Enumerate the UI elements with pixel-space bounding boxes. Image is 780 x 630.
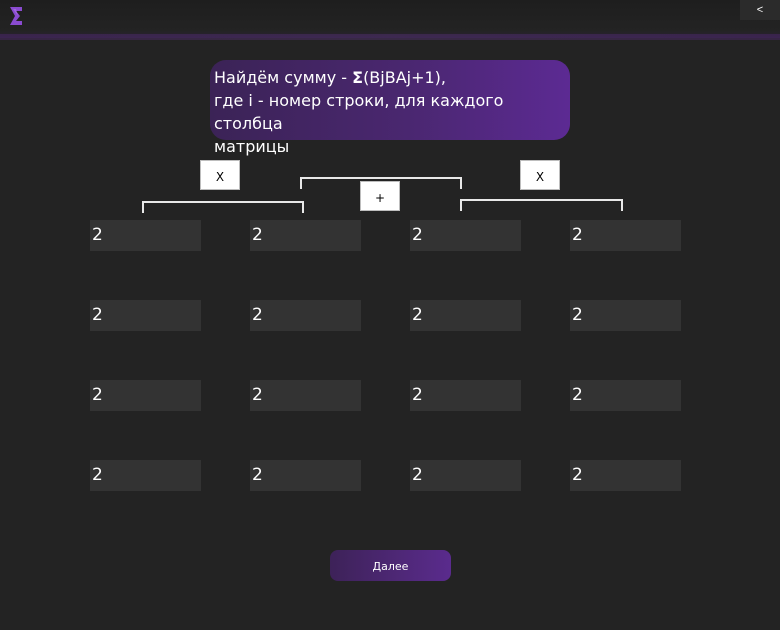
task-line-3: матрицы <box>214 137 290 156</box>
matrix-cell-r1-c2[interactable] <box>250 220 361 251</box>
title-bar <box>0 0 780 38</box>
left-operator-bracket <box>142 201 304 213</box>
matrix-cell-r1-c4[interactable] <box>570 220 681 251</box>
back-button[interactable]: < <box>740 0 780 20</box>
task-line-1: Найдём сумму - Σ(BjBAj+1), <box>214 66 570 89</box>
right-operator-bracket <box>460 199 623 211</box>
right-multiply-operator-button[interactable]: X <box>520 160 560 190</box>
matrix-cell-r3-c3[interactable] <box>410 380 521 411</box>
matrix-cell-r4-c4[interactable] <box>570 460 681 491</box>
task-line-2: где i - номер строки, для каждого столбц… <box>214 91 504 133</box>
sigma-logo-icon <box>10 7 22 25</box>
sigma-symbol: Σ <box>352 68 364 87</box>
matrix-cell-r3-c4[interactable] <box>570 380 681 411</box>
task-description: Найдём сумму - Σ(BjBAj+1), где i - номер… <box>210 60 570 156</box>
task-line-1-suffix: (BjBAj+1), <box>363 68 447 87</box>
matrix-cell-r3-c1[interactable] <box>90 380 201 411</box>
matrix-cell-r2-c4[interactable] <box>570 300 681 331</box>
matrix-cell-r2-c3[interactable] <box>410 300 521 331</box>
task-line-1-prefix: Найдём сумму - <box>214 68 353 87</box>
left-multiply-operator-button[interactable]: X <box>200 160 240 190</box>
center-plus-operator-button[interactable]: + <box>360 181 400 211</box>
matrix-cell-r1-c3[interactable] <box>410 220 521 251</box>
matrix-cell-r4-c1[interactable] <box>90 460 201 491</box>
title-bar-accent-line <box>0 34 780 40</box>
next-button[interactable]: Далее <box>330 550 451 581</box>
matrix-cell-r2-c1[interactable] <box>90 300 201 331</box>
matrix-cell-r4-c3[interactable] <box>410 460 521 491</box>
matrix-cell-r4-c2[interactable] <box>250 460 361 491</box>
matrix-cell-r1-c1[interactable] <box>90 220 201 251</box>
matrix-cell-r2-c2[interactable] <box>250 300 361 331</box>
matrix-cell-r3-c2[interactable] <box>250 380 361 411</box>
